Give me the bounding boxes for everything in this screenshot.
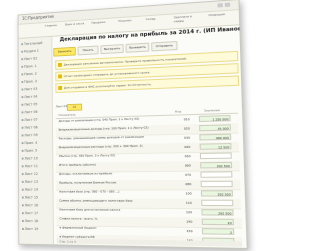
- row-label: Прибыль, полученная Банком России: [59, 181, 117, 185]
- row-code: 150: [186, 228, 193, 234]
- row-code: 110: [185, 200, 192, 205]
- value-field[interactable]: [200, 180, 233, 188]
- row-code: 050: [184, 154, 191, 159]
- tab-purchases[interactable]: Покупки: [117, 19, 141, 30]
- sidebar-item[interactable]: Лист 04: [21, 95, 37, 99]
- row-code: 100: [185, 191, 192, 196]
- notice-text: Для отправки в ФНС используйте сервис 1С…: [63, 82, 152, 90]
- sidebar-item[interactable]: Лист 08: [22, 125, 37, 129]
- row-code: 030: [184, 135, 191, 140]
- value-field[interactable]: 35 000: [199, 124, 231, 132]
- tab-warehouse[interactable]: Склад: [145, 17, 169, 28]
- send-button[interactable]: Отправить: [151, 41, 178, 52]
- sidebar-item[interactable]: Прил. 3: [21, 79, 37, 83]
- value-field[interactable]: [201, 199, 234, 207]
- sidebar-item[interactable]: Лист 02: [21, 57, 37, 62]
- value-field[interactable]: [199, 152, 232, 160]
- report-sections-sidebar: Титульный Раздел 1 Лист 02 Прил. 1 Прил.…: [18, 36, 54, 245]
- value-field[interactable]: [200, 171, 233, 178]
- column-header: Показатель: [58, 112, 76, 118]
- sidebar-item[interactable]: Титульный: [21, 41, 42, 46]
- sidebar-item[interactable]: Лист 03: [21, 87, 37, 91]
- notice-text: Отчет необходимо отправить до установлен…: [63, 70, 151, 79]
- row-code: 070: [185, 172, 192, 177]
- value-field[interactable]: 292 500: [201, 209, 234, 216]
- sheet-selector[interactable]: 02: [66, 103, 83, 111]
- sidebar-item[interactable]: Лист 06: [22, 110, 37, 114]
- save-button[interactable]: Записать: [53, 46, 76, 57]
- value-field[interactable]: 292 500: [200, 190, 234, 197]
- row-label: Налоговая база (стр. 060 - 070 - 080 ...…: [59, 190, 120, 194]
- check-button[interactable]: Проверить: [125, 42, 150, 53]
- tab-operations[interactable]: Операции: [207, 12, 234, 24]
- sidebar-item[interactable]: Лист 17: [22, 211, 38, 215]
- sidebar-item[interactable]: Лист 14: [22, 188, 38, 192]
- sidebar-item[interactable]: Лист 10: [22, 156, 37, 160]
- row-label: Итого прибыль (убыток): [58, 162, 96, 167]
- row-code: 060: [184, 163, 191, 168]
- row-code: 080: [185, 182, 192, 187]
- sidebar-item[interactable]: Лист 07: [22, 118, 37, 122]
- row-code: 010: [183, 117, 190, 122]
- value-field[interactable]: 12 500: [199, 143, 232, 150]
- notice-text: Декларация заполнена автоматически. Пров…: [63, 56, 187, 67]
- value-field[interactable]: 1 250 000: [198, 114, 231, 123]
- column-header: Код: [174, 109, 182, 114]
- warning-icon: [58, 62, 62, 67]
- sidebar-item[interactable]: Лист 12: [22, 172, 38, 176]
- row-code: 020: [183, 126, 190, 131]
- sidebar-item[interactable]: Прил. 1: [21, 64, 37, 69]
- row-code: 040: [184, 144, 191, 150]
- row-label: Налоговая база для исчисления налога: [59, 208, 121, 212]
- row-code: 140: [186, 219, 193, 224]
- row-label: Сумма убытка, уменьшающего налоговую баз…: [59, 199, 133, 203]
- sidebar-item[interactable]: Раздел 1: [21, 49, 39, 54]
- tab-salary[interactable]: Зарплата и кадры: [173, 14, 204, 26]
- row-label: Доходы, исключаемые из прибыли: [59, 171, 113, 176]
- row-label: Убытки (стр. 360 Прил. 3 к Листу 02): [58, 153, 116, 159]
- sidebar-item[interactable]: Лист 15: [22, 196, 38, 200]
- application-window: 1С:Предприятие Главное Банк и касса Прод…: [17, 0, 248, 250]
- value-field[interactable]: 20: [201, 218, 234, 226]
- tab-main[interactable]: Главное: [44, 24, 63, 35]
- sidebar-item[interactable]: Лист 09: [22, 133, 37, 137]
- print-button[interactable]: Печать: [77, 45, 99, 56]
- value-field[interactable]: 980 000: [199, 133, 232, 141]
- close-icon[interactable]: [224, 2, 231, 7]
- row-code: 120: [185, 210, 193, 215]
- row-label: Ставка налога - всего, %: [59, 217, 98, 221]
- sidebar-item[interactable]: Прил. 5: [22, 149, 37, 153]
- sidebar-item[interactable]: Прил. 2: [21, 72, 37, 77]
- window-title: 1С:Предприятие: [22, 13, 54, 21]
- export-button[interactable]: Выгрузить: [100, 44, 124, 55]
- sidebar-item[interactable]: Прил. 4: [22, 141, 37, 145]
- sidebar-item[interactable]: Лист 18: [22, 219, 38, 223]
- tab-sales[interactable]: Продажи: [91, 20, 114, 31]
- filter-label: Лист 02: [55, 104, 68, 109]
- warning-icon: [58, 85, 63, 90]
- page-indicator: Стр. 1 из 3: [59, 239, 76, 244]
- tab-bank[interactable]: Банк и касса: [64, 22, 87, 33]
- sidebar-item[interactable]: Лист 16: [22, 203, 38, 207]
- value-field[interactable]: 292 500: [200, 161, 233, 169]
- column-header: Значение: [203, 108, 220, 113]
- minimize-icon[interactable]: [217, 3, 223, 8]
- value-field[interactable]: 2: [201, 228, 235, 235]
- sidebar-item[interactable]: Лист 19: [22, 227, 38, 231]
- warning-icon: [58, 74, 62, 79]
- sidebar-item[interactable]: Лист 05: [22, 102, 37, 106]
- sidebar-item[interactable]: Лист 13: [22, 180, 38, 184]
- sidebar-item[interactable]: Лист 11: [22, 164, 37, 168]
